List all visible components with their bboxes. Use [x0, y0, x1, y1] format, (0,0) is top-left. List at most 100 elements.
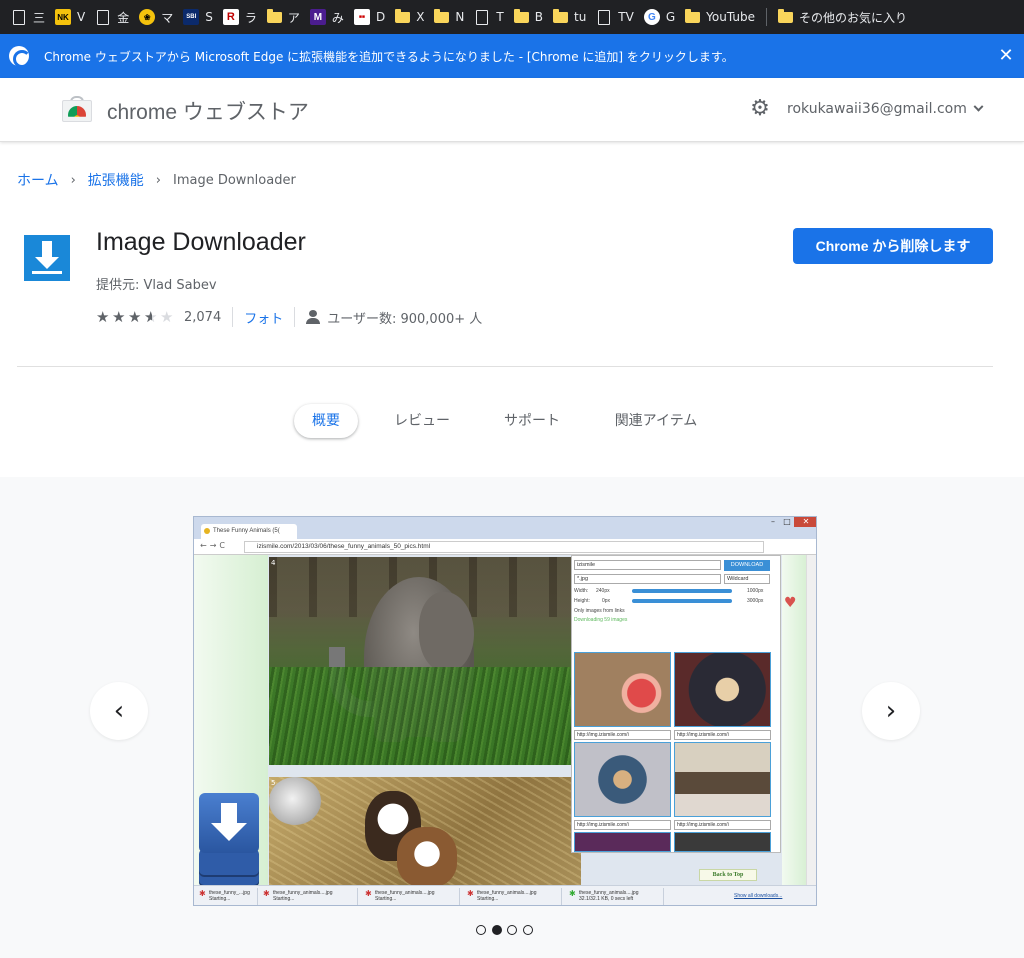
download-item: these_funny_animals....jpgStarting... — [260, 888, 358, 905]
bookmark-item[interactable]: TV — [591, 5, 639, 29]
rating-count[interactable]: 2,074 — [184, 310, 221, 325]
download-button: DOWNLOAD — [724, 560, 770, 571]
star-icon: ★ — [112, 307, 126, 326]
bookmark-item[interactable]: N — [429, 5, 469, 29]
thumbnail-url: http://img.izismile.com/i — [574, 820, 671, 830]
show-all-downloads-link: Show all downloads... — [734, 893, 783, 899]
bookmark-item[interactable]: GG — [639, 5, 680, 29]
rakuten-icon: R — [222, 9, 239, 25]
user-icon — [306, 310, 321, 324]
carousel-dot[interactable] — [476, 925, 486, 935]
extension-meta: ★ ★ ★ ★ ★ 2,074 フォト ユーザー数: 900,000+ 人 — [96, 307, 482, 327]
download-item: these_funny_animals....jpg32.1/32.1 KB, … — [566, 888, 664, 905]
rating-stars[interactable]: ★ ★ ★ ★ ★ — [96, 307, 176, 326]
address-bar: ←→C izismile.com/2013/03/06/these_funny_… — [194, 539, 816, 555]
bookmark-item[interactable]: NK V — [50, 5, 90, 29]
download-item: these_funny_animals....jpgStarting... — [362, 888, 460, 905]
extension-filter-input: *.jpg — [574, 574, 721, 584]
edge-icon — [9, 46, 31, 68]
google-icon: G — [643, 9, 660, 25]
download-stack-icon — [199, 793, 259, 888]
page-icon — [95, 9, 111, 25]
bookmark-item[interactable]: 三 — [6, 5, 50, 29]
bookmarks-separator — [765, 8, 767, 26]
star-icon: ★ — [128, 307, 142, 326]
m-logo-icon: M — [309, 9, 326, 25]
tab-overview[interactable]: 概要 — [294, 404, 358, 438]
account-menu[interactable]: rokukawaii36@gmail.com — [787, 101, 984, 117]
account-email: rokukawaii36@gmail.com — [787, 101, 967, 117]
tab-related[interactable]: 関連アイテム — [606, 404, 706, 438]
back-to-top-button: Back to Top — [699, 869, 757, 881]
bookmark-item[interactable]: X — [390, 5, 429, 29]
gear-icon[interactable]: ⚙ — [749, 98, 771, 120]
browser-tab: These Funny Animals (5( — [201, 524, 297, 539]
width-min: 240px — [596, 588, 610, 594]
download-item: these_funny_animals....jpgStarting... — [464, 888, 562, 905]
nikkei-icon: NK — [55, 9, 72, 25]
sbi-icon: SBI — [183, 9, 200, 25]
bookmark-item[interactable]: ❀ マ — [134, 5, 178, 29]
store-header: chrome ウェブストア ⚙ rokukawaii36@gmail.com — [0, 78, 1024, 142]
close-icon[interactable]: ✕ — [996, 46, 1016, 66]
image-index: 4 — [271, 559, 276, 567]
extension-title: Image Downloader — [96, 228, 306, 256]
carousel-dot[interactable] — [507, 925, 517, 935]
bookmark-item[interactable]: 金 — [90, 5, 134, 29]
folder-icon — [513, 8, 529, 23]
height-max: 3000px — [747, 598, 764, 604]
height-slider — [632, 599, 732, 603]
image-downloader-popup: izismile DOWNLOAD *.jpg Wildcard Width: … — [571, 555, 781, 853]
carousel-dot[interactable] — [522, 925, 533, 935]
downloads-bar: these_funny_...jpgStarting... these_funn… — [194, 885, 816, 905]
chrome-web-store-logo-icon[interactable] — [62, 96, 92, 122]
store-title[interactable]: chrome ウェブストア — [107, 96, 309, 126]
chevron-down-icon — [973, 101, 984, 112]
filter-input: izismile — [574, 560, 721, 570]
remove-from-chrome-button[interactable]: Chrome から削除します — [793, 228, 993, 264]
download-item: these_funny_...jpgStarting... — [196, 888, 258, 905]
edge-notification-banner: Chrome ウェブストアから Microsoft Edge に拡張機能を追加で… — [0, 34, 1024, 78]
category-link[interactable]: フォト — [244, 308, 283, 327]
width-label: Width: — [574, 588, 589, 594]
bookmark-item[interactable]: T — [469, 5, 508, 29]
divider — [294, 307, 296, 327]
bookmark-item[interactable]: ア — [262, 5, 305, 29]
only-links-checkbox: Only images from links — [574, 608, 625, 614]
height-min: 0px — [602, 598, 611, 604]
breadcrumb-current: Image Downloader — [173, 172, 296, 188]
bookmark-item[interactable]: B — [509, 5, 548, 29]
folder-icon — [552, 8, 568, 23]
thumbnail-url: http://img.izismile.com/i — [674, 730, 771, 740]
thumbnail-url: http://img.izismile.com/i — [574, 730, 671, 740]
bookmark-item[interactable]: Mみ — [305, 5, 349, 29]
bookmark-item[interactable]: ■■ D — [349, 5, 390, 29]
page-icon — [596, 9, 612, 25]
image-index: 5 — [271, 779, 276, 787]
folder-icon — [434, 8, 450, 23]
bookmark-item[interactable]: YouTube — [680, 5, 760, 29]
chevron-right-icon[interactable]: › — [862, 682, 920, 740]
nav-buttons-icon: ←→C — [200, 541, 228, 550]
other-bookmarks[interactable]: その他のお気に入り — [773, 5, 912, 29]
bookmark-item[interactable]: tu — [548, 5, 591, 29]
bookmark-item[interactable]: Rラ — [218, 5, 262, 29]
carousel-dot-active[interactable] — [491, 925, 502, 935]
screenshot-image: These Funny Animals (5( – □ ✕ ←→C izismi… — [193, 516, 817, 906]
tab-support[interactable]: サポート — [496, 404, 568, 438]
thumbnail-partial — [674, 832, 771, 852]
chevron-left-icon[interactable]: ‹ — [90, 682, 148, 740]
width-slider — [632, 589, 732, 593]
folder-icon — [685, 8, 701, 23]
breadcrumb-home[interactable]: ホーム — [17, 170, 59, 190]
bookmark-item[interactable]: SBI S — [178, 5, 218, 29]
divider — [232, 307, 234, 327]
window-titlebar: These Funny Animals (5( – □ ✕ — [194, 517, 816, 539]
news-icon: ■■ — [353, 9, 370, 25]
thumbnail-partial — [574, 832, 671, 852]
maximize-icon: □ — [783, 517, 791, 526]
tab-reviews[interactable]: レビュー — [386, 404, 458, 438]
download-arrow-icon — [24, 235, 70, 281]
star-icon: ★ — [96, 307, 110, 326]
breadcrumb-extensions[interactable]: 拡張機能 — [88, 170, 144, 190]
